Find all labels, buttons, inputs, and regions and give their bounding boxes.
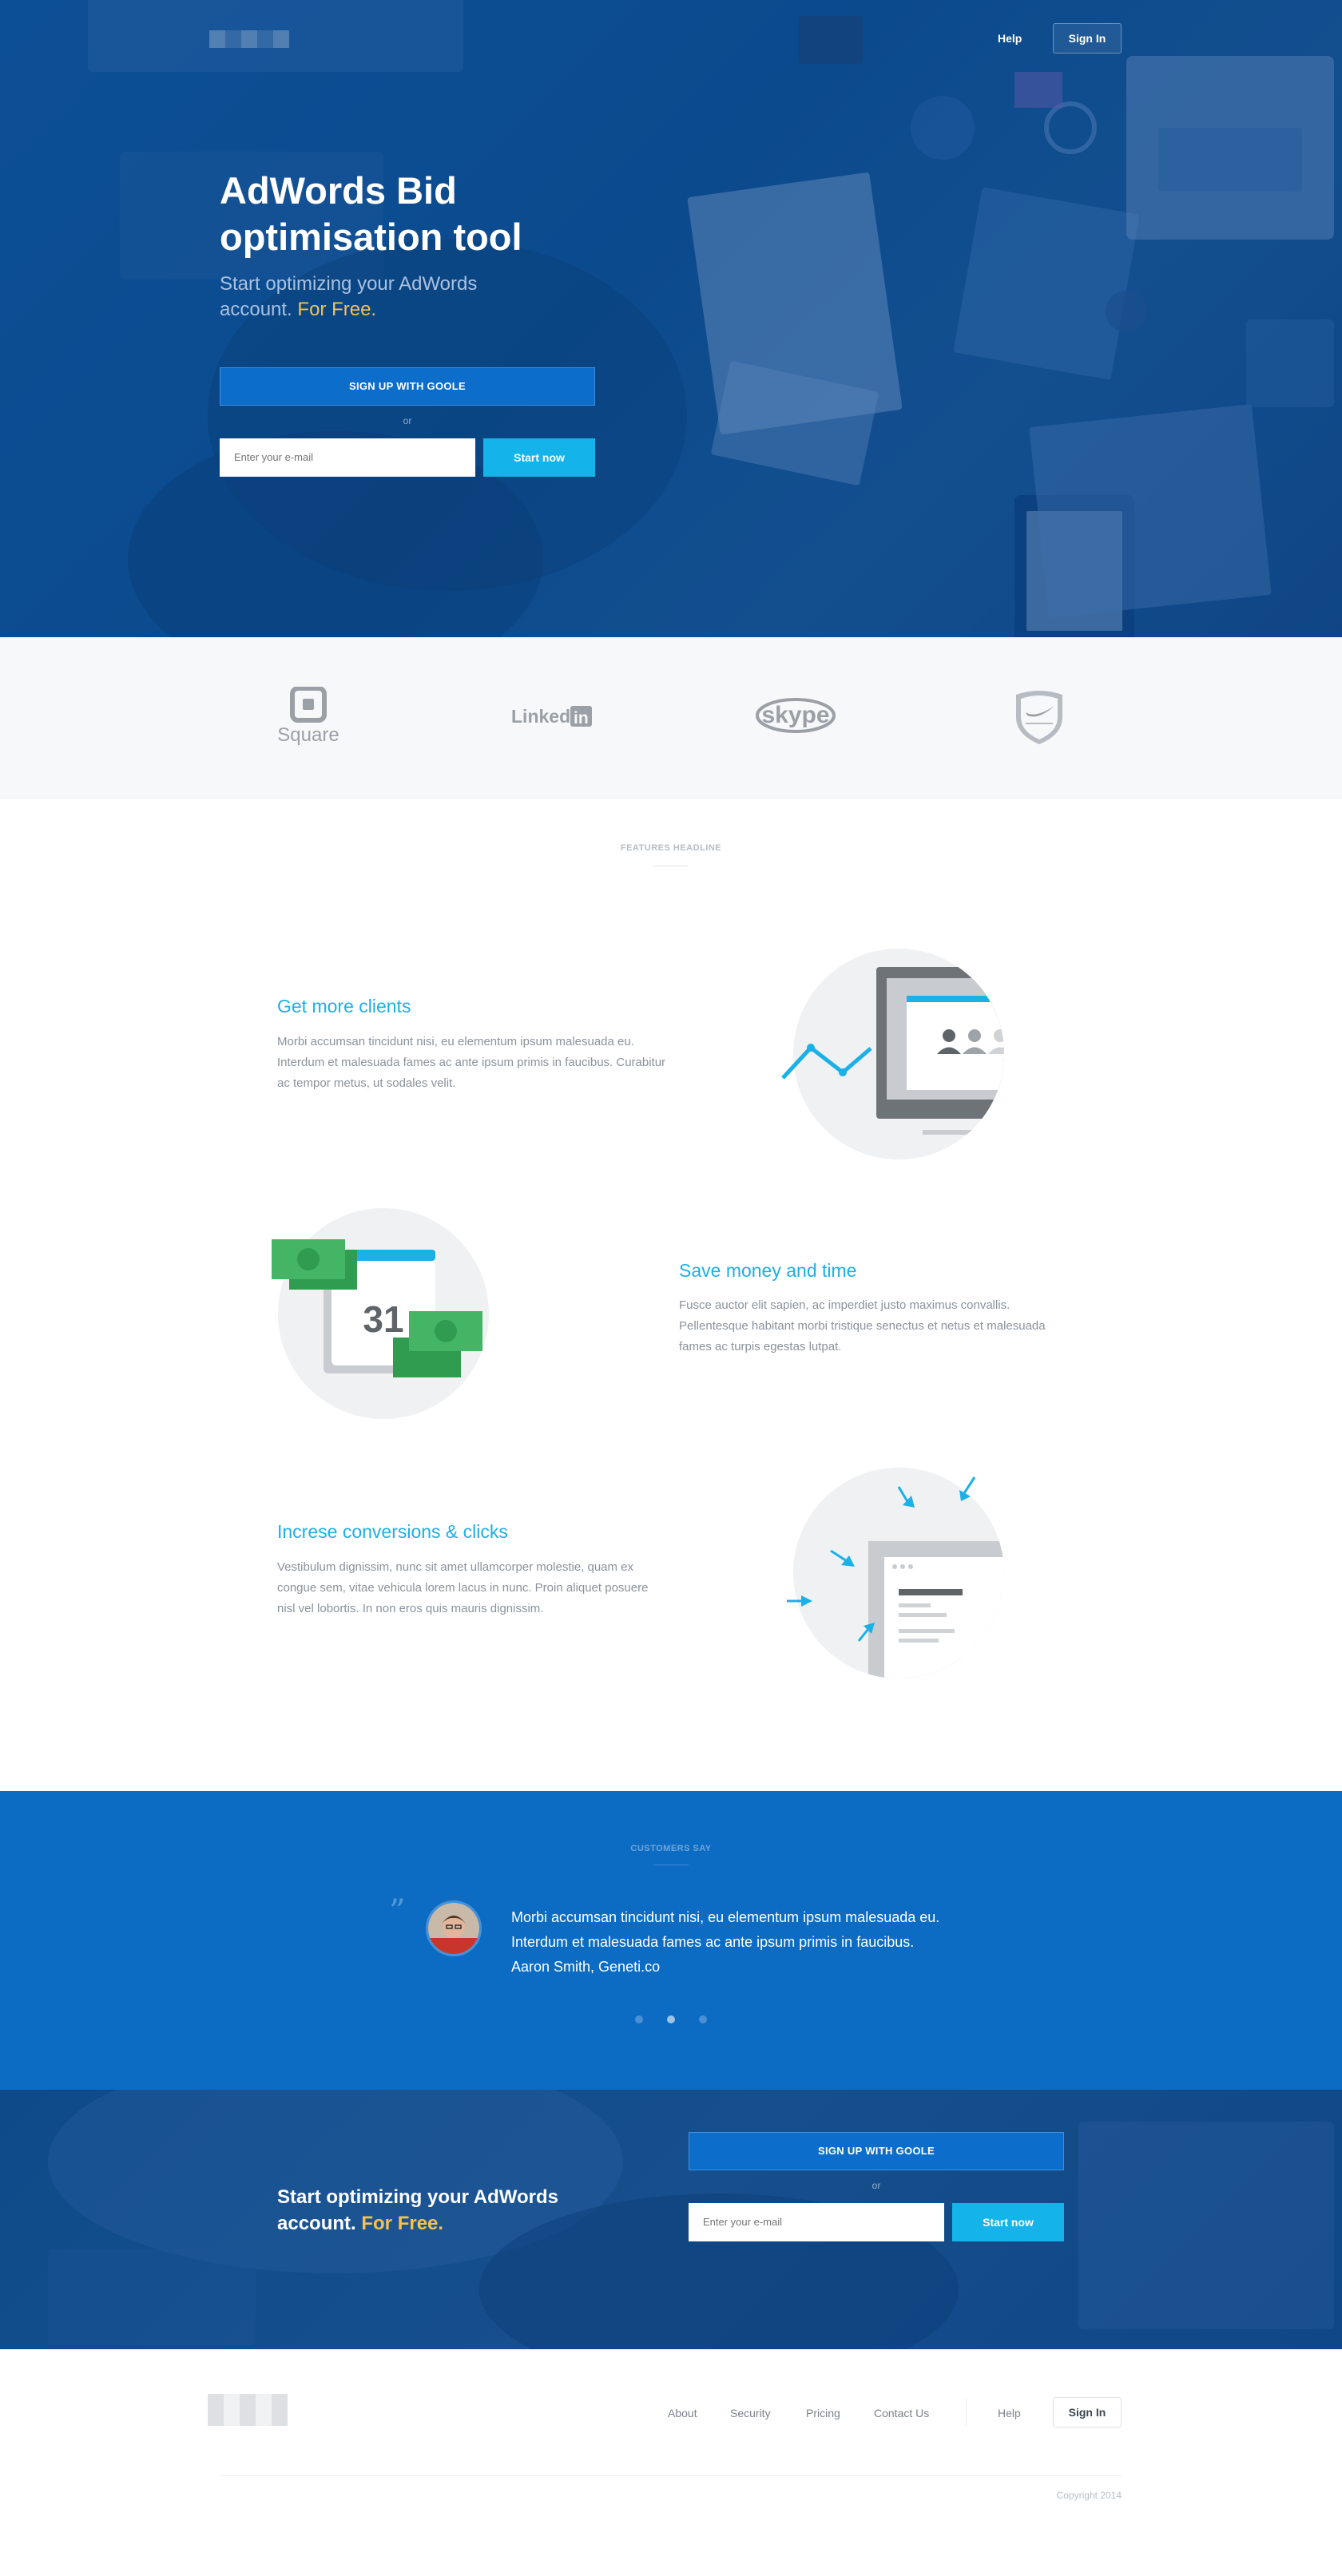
avatar [426, 1900, 482, 1956]
nav-help-link[interactable]: Help [998, 32, 1022, 45]
feature-title-clients: Get more clients [277, 996, 411, 1017]
copyright-text: Copyright 2014 [1056, 2490, 1122, 2501]
cta-or-separator: or [872, 2180, 881, 2191]
cta-background-image [48, 2090, 1334, 2349]
desk-background-image [88, 0, 1334, 637]
hero-section: Help Sign In AdWords Bid optimisation to… [0, 0, 1342, 637]
hero-subtitle: Start optimizing your AdWords account. F… [220, 271, 539, 323]
features-headline: FEATURES HEADLINE [620, 843, 722, 853]
cta-section: Start optimizing your AdWords account. F… [0, 2090, 1342, 2349]
brand-logo[interactable] [209, 30, 289, 48]
slider-dot-2[interactable] [667, 2015, 675, 2023]
slider-dot-3[interactable] [699, 2015, 707, 2023]
svg-text:31: 31 [363, 1298, 403, 1340]
footer-link-contact[interactable]: Contact Us [874, 2407, 929, 2419]
footer-link-about[interactable]: About [668, 2407, 697, 2419]
nike-shield-logo [1011, 688, 1067, 746]
slider-dot-1[interactable] [635, 2015, 643, 2023]
testimonial-quote-line1: Morbi accumsan tincidunt nisi, eu elemen… [511, 1909, 940, 1925]
feature-title-money: Save money and time [679, 1260, 857, 1281]
svg-text:Linked: Linked [511, 706, 570, 727]
testimonial-quote-line2: Interdum et malesuada fames ac ante ipsu… [511, 1934, 915, 1950]
square-logo-text: Square [277, 724, 339, 746]
client-logos-bar: Square Linked in skype [0, 637, 1342, 799]
cta-google-signup-button[interactable]: SIGN UP WITH GOOLE [689, 2132, 1064, 2170]
skype-logo: skype [754, 695, 837, 736]
customers-say-headline: CUSTOMERS SAY [630, 1844, 712, 1853]
footer-divider [966, 2399, 967, 2426]
skype-icon: skype [756, 698, 836, 733]
quote-icon: ” [389, 1893, 406, 1930]
email-input[interactable] [220, 438, 475, 477]
feature-text-conversions: Vestibulum dignissim, nunc sit amet ulla… [277, 1560, 649, 1615]
start-now-button[interactable]: Start now [483, 438, 595, 477]
footer-signin-button[interactable]: Sign In [1053, 2397, 1122, 2427]
footer-link-help[interactable]: Help [998, 2407, 1021, 2419]
avatar-image [428, 1903, 479, 1954]
cta-email-input[interactable] [689, 2203, 944, 2241]
footer-rule [220, 2475, 1122, 2476]
shield-icon [1016, 691, 1062, 744]
feature-text-money: Fusce auctor elit sapien, ac imperdiet j… [679, 1298, 1046, 1353]
hero-subtitle-accent: For Free. [297, 299, 377, 320]
linkedin-icon: Linked in [511, 706, 592, 727]
feature-title-conversions: Increse conversions & clicks [277, 1521, 508, 1542]
testimonial-section: CUSTOMERS SAY ” Morbi accumsan tincidunt… [0, 1791, 1342, 2090]
testimonial-quote: Morbi accumsan tincidunt nisi, eu elemen… [511, 1905, 1007, 1980]
google-signup-button[interactable]: SIGN UP WITH GOOLE [220, 367, 595, 406]
svg-text:skype: skype [761, 702, 829, 728]
square-logo: Square [276, 686, 340, 747]
svg-text:in: in [574, 709, 589, 727]
or-separator: or [403, 415, 412, 426]
footer-link-pricing[interactable]: Pricing [806, 2407, 840, 2419]
monitor-chart-illustration [781, 949, 1004, 1159]
footer-link-security[interactable]: Security [730, 2407, 771, 2419]
cta-start-now-button[interactable]: Start now [952, 2203, 1064, 2241]
cta-title-accent: For Free. [361, 2213, 444, 2234]
testimonial-author: Aaron Smith, Geneti.co [511, 1959, 661, 1975]
browser-arrows-illustration [787, 1468, 1004, 1678]
linkedin-logo: Linked in [511, 704, 593, 728]
feature-text-clients: Morbi accumsan tincidunt nisi, eu elemen… [277, 1035, 666, 1090]
footer-logo[interactable] [208, 2394, 288, 2426]
cta-title: Start optimizing your AdWords account. F… [277, 2184, 597, 2237]
calendar-money-illustration: 31 [272, 1208, 489, 1419]
signin-button[interactable]: Sign In [1053, 23, 1122, 54]
hero-title: AdWords Bid optimisation tool [220, 169, 522, 258]
